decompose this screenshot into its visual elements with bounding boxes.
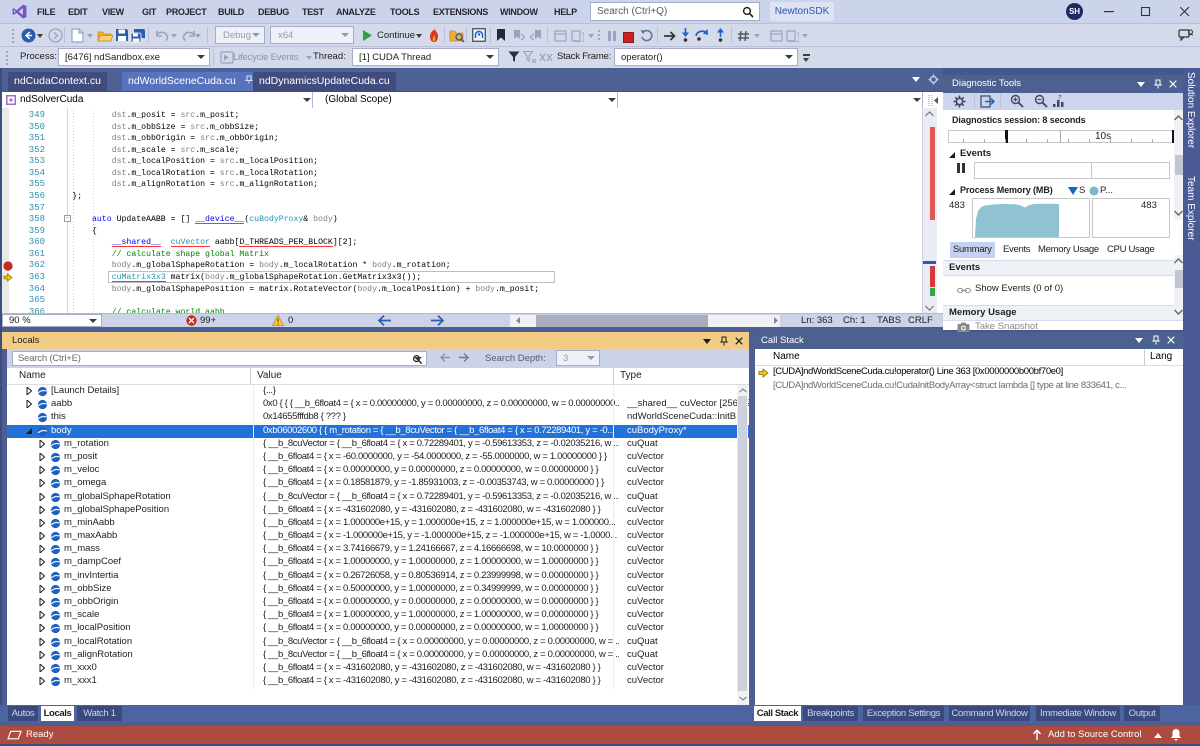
svg-text:?: ? [1058, 96, 1062, 102]
